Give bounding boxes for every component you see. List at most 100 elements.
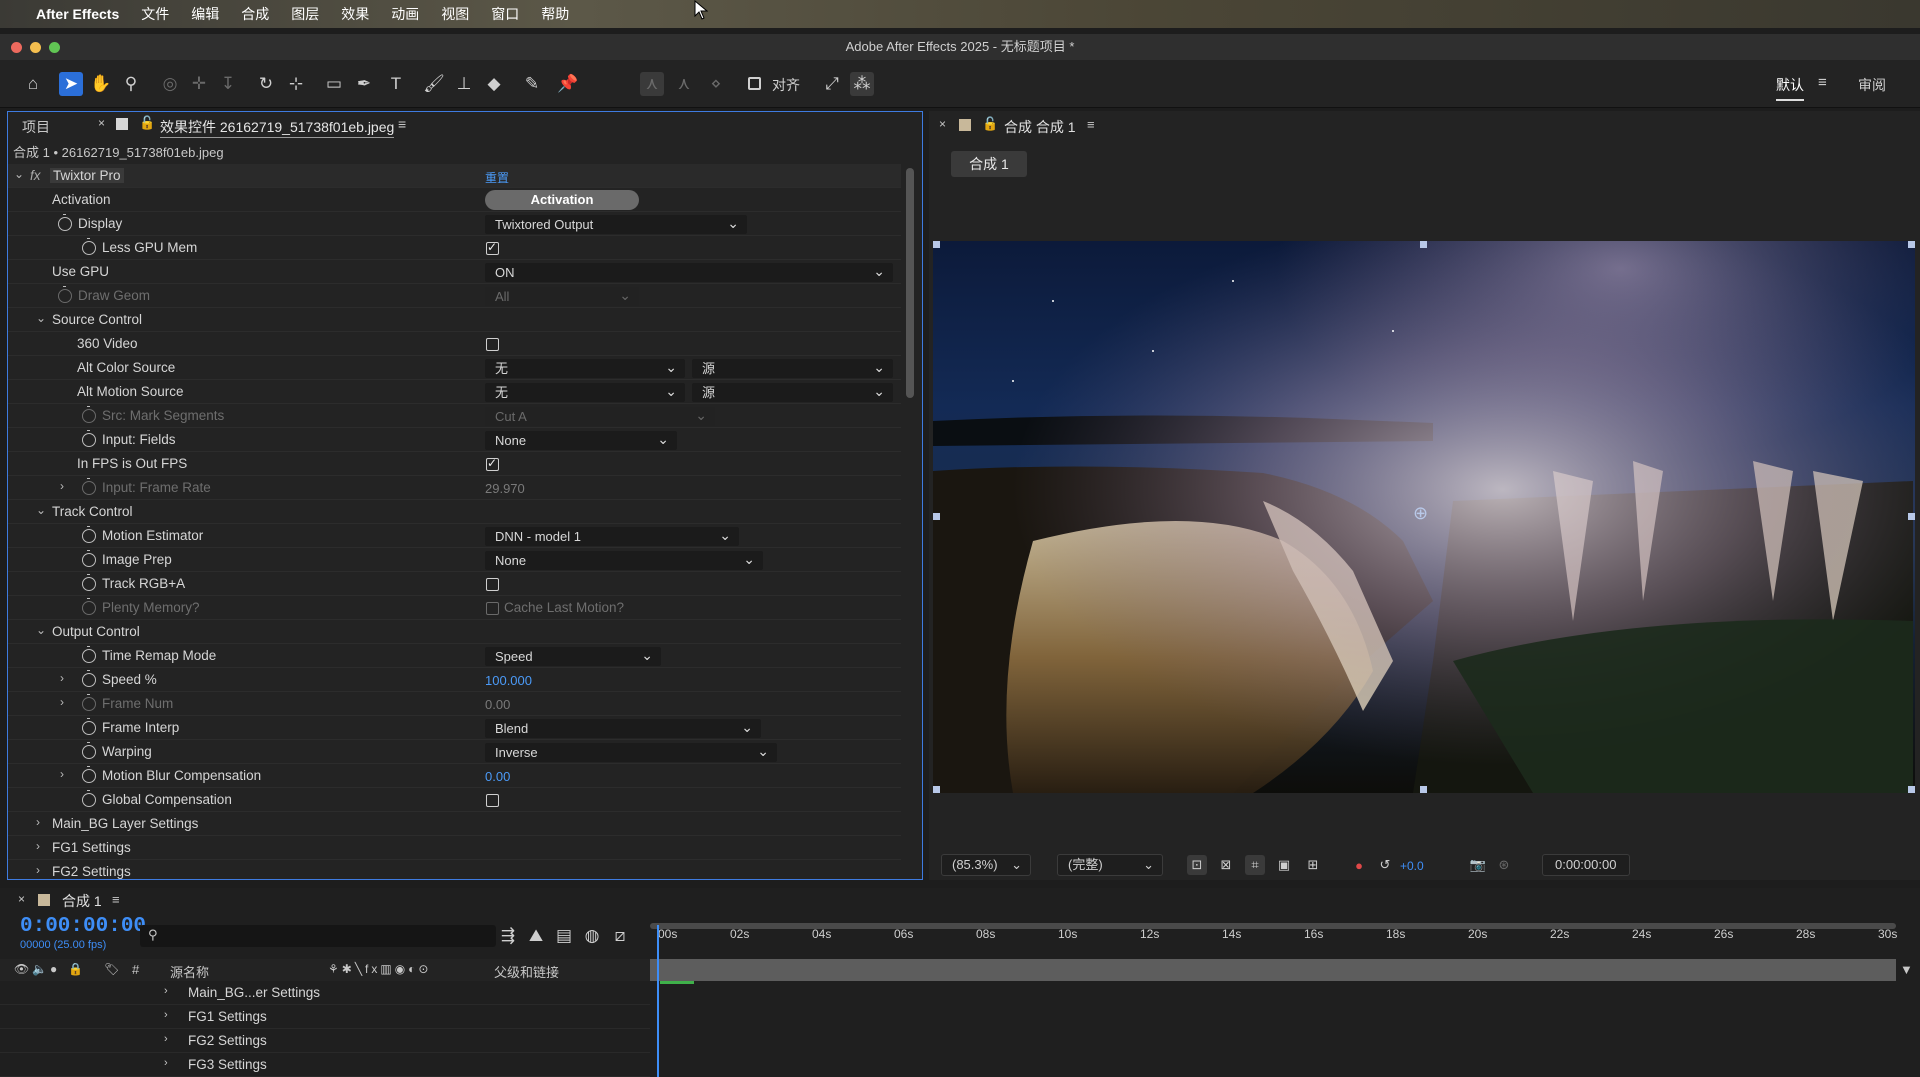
layer-switches-icon[interactable]: ⚘✱╲fx▥◉◐⊙: [328, 962, 431, 976]
grid-guides-icon[interactable]: ⊞: [1303, 855, 1323, 875]
close-tab-icon[interactable]: ×: [98, 116, 105, 130]
transform-handle[interactable]: [1420, 786, 1427, 793]
eye-icon[interactable]: 👁: [14, 962, 29, 976]
collapse-chevron-icon[interactable]: ⌄: [36, 623, 46, 637]
audio-icon[interactable]: 🔈: [32, 962, 47, 976]
transform-handle[interactable]: [1420, 241, 1427, 248]
reset-link[interactable]: 重置: [485, 169, 509, 186]
minimize-window-button[interactable]: [30, 42, 41, 53]
collapse-chevron-icon[interactable]: ⌄: [36, 311, 46, 325]
source-control-group[interactable]: ⌄ Source Control: [8, 308, 901, 332]
brush-tool-icon[interactable]: 🖌: [422, 72, 446, 96]
exposure-value[interactable]: +0.0: [1400, 859, 1424, 873]
axis-world-icon[interactable]: ⋏: [672, 72, 696, 96]
region-of-interest-icon[interactable]: ▣: [1274, 855, 1294, 875]
show-snapshot-icon[interactable]: ⊛: [1494, 855, 1514, 875]
effect-name[interactable]: Twixtor Pro: [50, 168, 124, 183]
layer-name[interactable]: FG3 Settings: [188, 1057, 267, 1072]
stopwatch-icon[interactable]: [82, 742, 96, 759]
close-window-button[interactable]: [11, 42, 22, 53]
menu-composition[interactable]: 合成: [241, 4, 269, 24]
zoom-window-button[interactable]: [49, 42, 60, 53]
axis-local-icon[interactable]: ⋏: [640, 72, 664, 96]
anchor-point-icon[interactable]: ⊕: [1413, 503, 1428, 524]
expand-chevron-icon[interactable]: ›: [60, 767, 64, 781]
effect-controls-scrollbar[interactable]: [906, 168, 914, 398]
track-control-group[interactable]: ⌄ Track Control: [8, 500, 901, 524]
menu-window[interactable]: 窗口: [491, 4, 519, 24]
menu-layer[interactable]: 图层: [291, 4, 319, 24]
rotate-tool-icon[interactable]: ↻: [254, 72, 278, 96]
column-parent-link[interactable]: 父级和链接: [494, 962, 559, 981]
image-prep-dropdown[interactable]: None ⌄: [485, 551, 763, 570]
stopwatch-icon[interactable]: [82, 766, 96, 783]
alt-motion-source-dropdown[interactable]: 源 ⌄: [692, 383, 893, 402]
frame-interp-dropdown[interactable]: Blend ⌄: [485, 719, 761, 738]
menu-animation[interactable]: 动画: [391, 4, 419, 24]
layer-name[interactable]: FG2 Settings: [188, 1033, 267, 1048]
stopwatch-icon[interactable]: [82, 790, 96, 807]
tab-project[interactable]: 项目: [22, 117, 50, 137]
fg2-group[interactable]: › FG2 Settings: [8, 860, 901, 879]
alt-motion-layer-dropdown[interactable]: 无 ⌄: [485, 383, 685, 402]
eraser-tool-icon[interactable]: ◆: [482, 72, 506, 96]
stopwatch-icon[interactable]: [58, 214, 72, 231]
expand-chevron-icon[interactable]: ›: [60, 671, 64, 685]
menu-file[interactable]: 文件: [141, 4, 169, 24]
alt-color-source-dropdown[interactable]: 源 ⌄: [692, 359, 893, 378]
pan-camera-icon[interactable]: ✛: [187, 72, 211, 96]
transform-handle[interactable]: [1908, 241, 1915, 248]
snapshot-camera-icon[interactable]: 📷: [1468, 855, 1488, 875]
layer-row[interactable]: › Main_BG...er Settings: [0, 981, 650, 1005]
motion-est-dropdown[interactable]: DNN - model 1 ⌄: [485, 527, 739, 546]
snap-features-icon[interactable]: ⁂: [850, 72, 874, 96]
expand-chevron-icon[interactable]: ›: [36, 815, 40, 829]
close-tab-icon[interactable]: ×: [18, 892, 25, 906]
color-channels-icon[interactable]: ●: [1349, 855, 1369, 875]
speed-value[interactable]: 100.000: [485, 673, 532, 688]
column-source-name[interactable]: 源名称: [170, 962, 209, 981]
composition-viewer[interactable]: ⊕: [933, 241, 1915, 793]
puppet-pin-tool-icon[interactable]: 📌: [556, 72, 580, 96]
current-time-display[interactable]: 0:00:00:00: [1542, 854, 1630, 876]
warping-dropdown[interactable]: Inverse ⌄: [485, 743, 777, 762]
mbc-value[interactable]: 0.00: [485, 769, 510, 784]
expand-chevron-icon[interactable]: ›: [164, 985, 168, 997]
layer-name[interactable]: Main_BG...er Settings: [188, 985, 320, 1000]
solo-icon[interactable]: ●: [50, 962, 57, 976]
reset-exposure-icon[interactable]: ↺: [1375, 855, 1395, 875]
video360-checkbox[interactable]: [486, 338, 499, 351]
menu-edit[interactable]: 编辑: [191, 4, 219, 24]
menu-view[interactable]: 视图: [441, 4, 469, 24]
dolly-camera-icon[interactable]: ↧: [216, 72, 240, 96]
tab-composition[interactable]: 合成 合成 1: [1004, 117, 1076, 137]
timeline-current-time[interactable]: 0:00:00:00: [20, 915, 146, 938]
main-bg-group[interactable]: › Main_BG Layer Settings: [8, 812, 901, 836]
time-remap-dropdown[interactable]: Speed ⌄: [485, 647, 661, 666]
fx-icon[interactable]: fx: [30, 168, 41, 183]
less-gpu-checkbox[interactable]: [486, 240, 499, 255]
stopwatch-icon[interactable]: [82, 670, 96, 687]
lock-icon[interactable]: 🔓: [982, 116, 998, 132]
rectangle-tool-icon[interactable]: ▭: [322, 72, 346, 96]
zoom-tool-icon[interactable]: ⚲: [119, 72, 143, 96]
layer-row[interactable]: › FG1 Settings: [0, 1005, 650, 1029]
playhead[interactable]: [657, 925, 659, 1077]
label-tag-icon[interactable]: 🏷: [104, 962, 119, 976]
expand-chevron-icon[interactable]: ›: [36, 839, 40, 853]
workspace-menu-icon[interactable]: ≡: [1818, 74, 1827, 91]
selection-tool-icon[interactable]: ➤: [59, 72, 83, 96]
layer-row[interactable]: › FG2 Settings: [0, 1029, 650, 1053]
pen-tool-icon[interactable]: ✒: [352, 72, 376, 96]
tab-effect-controls[interactable]: 效果控件 26162719_51738f01eb.jpeg: [160, 117, 395, 138]
track-rgba-checkbox[interactable]: [486, 578, 499, 591]
transform-handle[interactable]: [933, 786, 940, 793]
stopwatch-icon[interactable]: [82, 430, 96, 447]
clone-stamp-tool-icon[interactable]: ⊥: [452, 72, 476, 96]
home-icon[interactable]: ⌂: [21, 72, 45, 96]
lock-icon[interactable]: 🔒: [68, 962, 83, 976]
expand-chevron-icon[interactable]: ›: [164, 1057, 168, 1069]
roto-brush-tool-icon[interactable]: ✎: [520, 72, 544, 96]
anchor-point-tool-icon[interactable]: ⊹: [284, 72, 308, 96]
comp-breadcrumb-chip[interactable]: 合成 1: [951, 151, 1027, 177]
